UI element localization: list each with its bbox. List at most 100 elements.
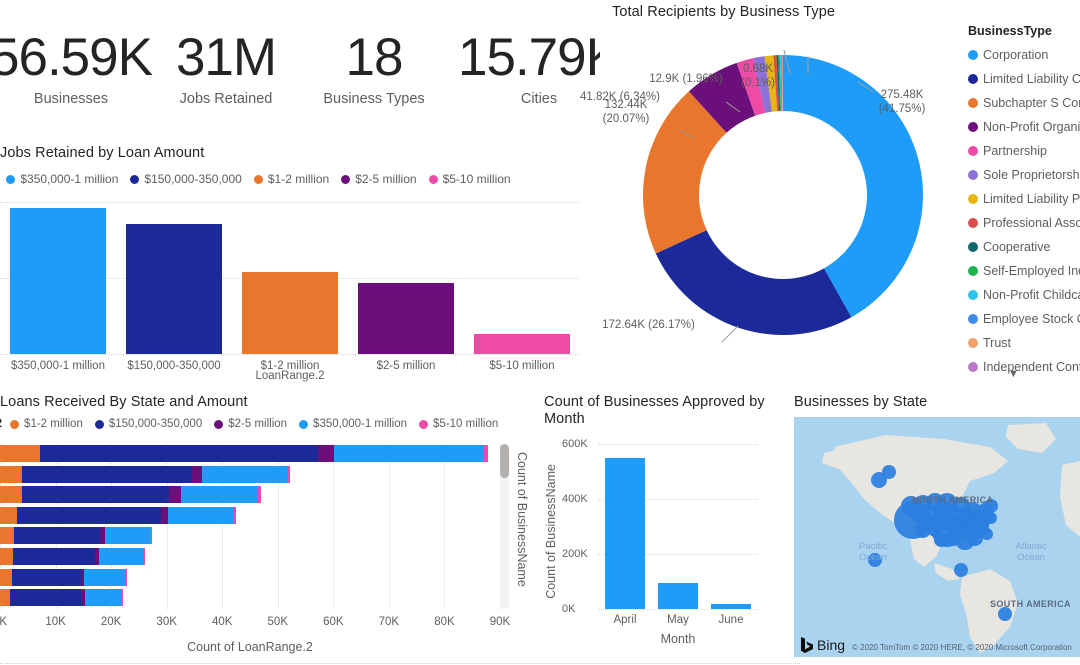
bar-segment[interactable] xyxy=(161,506,168,524)
map-canvas[interactable]: NORTH AMERICA SOUTH AMERICA Pacific Ocea… xyxy=(794,417,1080,657)
plot-area xyxy=(0,444,501,610)
legend-item[interactable]: $2-5 million xyxy=(341,172,417,186)
stacked-bar-row[interactable] xyxy=(0,445,488,462)
legend-item[interactable]: Limited Liability Pa xyxy=(968,187,1080,211)
bar-segment[interactable] xyxy=(180,486,259,504)
jobs-retained-chart-panel[interactable]: Jobs Retained by Loan Amount nge.2 $350,… xyxy=(0,142,614,390)
bar-segment[interactable] xyxy=(150,527,153,545)
bar-segment[interactable] xyxy=(0,589,10,607)
x-tick-label: 80K xyxy=(434,616,455,628)
donut-legend[interactable]: BusinessType Corporation Limited Liabilit… xyxy=(968,24,1080,390)
bar-segment[interactable] xyxy=(104,527,151,545)
x-tick-label: 30K xyxy=(156,616,177,628)
legend-item[interactable]: Employee Stock O xyxy=(968,307,1080,331)
bar-segment[interactable] xyxy=(99,548,144,565)
legend-item[interactable]: Self-Employed Ind xyxy=(968,259,1080,283)
legend-item[interactable]: Independent Cont xyxy=(968,355,1080,379)
bar-segment[interactable] xyxy=(287,465,290,483)
bar-segment[interactable] xyxy=(0,506,17,524)
businesses-by-state-map-panel[interactable]: Businesses by State NORTH AMERICA SOUTH … xyxy=(794,392,1080,665)
scrollbar-thumb[interactable] xyxy=(500,444,509,478)
bar-segment[interactable] xyxy=(334,445,485,462)
bar-segment[interactable] xyxy=(484,445,488,462)
bing-logo[interactable]: Bing xyxy=(800,637,845,653)
legend-item[interactable]: Professional Assoc xyxy=(968,211,1080,235)
legend-item[interactable]: Sole Proprietorship xyxy=(968,163,1080,187)
legend-item[interactable]: Subchapter S Corp xyxy=(968,91,1080,115)
bar-column[interactable] xyxy=(241,271,339,354)
bar-segment[interactable] xyxy=(0,486,23,504)
map-bubble[interactable] xyxy=(998,607,1012,621)
legend-item[interactable]: $1-2 million xyxy=(253,172,329,186)
stacked-bar-row[interactable] xyxy=(0,486,261,504)
legend-item[interactable]: $5-10 million xyxy=(419,418,498,430)
stacked-bar-row[interactable] xyxy=(0,589,123,607)
legend-item[interactable]: $350,000-1 million xyxy=(6,172,118,186)
bar-segment[interactable] xyxy=(317,445,335,462)
bar-segment[interactable] xyxy=(167,506,235,524)
donut-chart-panel[interactable]: Total Recipients by Business Type 275.48… xyxy=(580,0,960,390)
bar-segment[interactable] xyxy=(125,568,128,586)
bar-segment[interactable] xyxy=(143,548,145,565)
legend-item[interactable]: $5-10 million xyxy=(428,172,511,186)
kpi-card-jobs-retained[interactable]: 31M Jobs Retained xyxy=(160,28,292,124)
chart-legend[interactable]: nge.2 $1-2 million $150,000-350,000 $2-5 m… xyxy=(0,418,510,430)
bar-segment[interactable] xyxy=(84,568,126,586)
stacked-bar-row[interactable] xyxy=(0,548,145,565)
vertical-scrollbar[interactable] xyxy=(500,444,509,609)
stacked-bar-row[interactable] xyxy=(0,506,236,524)
bar-column[interactable] xyxy=(125,223,223,354)
legend-item[interactable]: $350,000-1 million xyxy=(299,418,407,430)
kpi-card-business-types[interactable]: 18 Business Types xyxy=(292,28,456,124)
bar-segment[interactable] xyxy=(234,506,236,524)
bar-segment[interactable] xyxy=(11,568,81,586)
approved-by-month-panel[interactable]: Count of Businesses Approved by Month Co… xyxy=(536,392,794,665)
bar-column[interactable] xyxy=(711,604,751,609)
map-bubble[interactable] xyxy=(882,465,896,479)
bar-segment[interactable] xyxy=(169,486,181,504)
chart-legend[interactable]: nge.2 $350,000-1 million$150,000-350,000… xyxy=(0,172,523,186)
bar-segment[interactable] xyxy=(22,465,192,483)
legend-item[interactable]: Corporation xyxy=(968,43,1080,67)
bar-segment[interactable] xyxy=(13,527,100,545)
chevron-down-icon[interactable]: ▼ xyxy=(1008,368,1019,380)
bar-segment[interactable] xyxy=(0,465,23,483)
legend-item[interactable]: Non-Profit Organi xyxy=(968,115,1080,139)
bar-segment[interactable] xyxy=(0,527,14,545)
bar-segment[interactable] xyxy=(22,486,170,504)
bar-column[interactable] xyxy=(357,283,455,354)
legend-item[interactable]: Cooperative xyxy=(968,235,1080,259)
bar-segment[interactable] xyxy=(16,506,162,524)
bar-segment[interactable] xyxy=(258,486,261,504)
stacked-bar-row[interactable] xyxy=(0,527,153,545)
bar-segment[interactable] xyxy=(191,465,202,483)
bar-column[interactable] xyxy=(605,457,645,609)
kpi-card-businesses[interactable]: 56.59K Businesses xyxy=(0,28,160,124)
legend-item[interactable]: $150,000-350,000 xyxy=(94,418,202,430)
legend-item[interactable]: Trust xyxy=(968,331,1080,355)
stacked-bar-row[interactable] xyxy=(0,465,290,483)
bar-segment[interactable] xyxy=(40,445,318,462)
loans-by-state-panel[interactable]: Loans Received By State and Amount nge.2… xyxy=(0,392,560,665)
kpi-label: Businesses xyxy=(33,91,109,107)
bar-segment[interactable] xyxy=(84,589,123,607)
bar-segment[interactable] xyxy=(201,465,288,483)
stacked-bar-row[interactable] xyxy=(0,568,128,586)
map-bubble[interactable] xyxy=(981,528,993,540)
legend-item[interactable]: $150,000-350,000 xyxy=(130,172,242,186)
legend-item[interactable]: $1-2 million xyxy=(10,418,83,430)
bar-column[interactable] xyxy=(9,208,107,354)
legend-item[interactable]: Partnership xyxy=(968,139,1080,163)
legend-item[interactable]: Limited Liability C xyxy=(968,67,1080,91)
bar-segment[interactable] xyxy=(0,445,40,462)
bar-column[interactable] xyxy=(473,333,571,354)
bar-column[interactable] xyxy=(658,582,698,609)
map-bubble[interactable] xyxy=(954,563,968,577)
legend-item[interactable]: $2-5 million xyxy=(214,418,287,430)
bar-segment[interactable] xyxy=(0,548,14,565)
bar-segment[interactable] xyxy=(10,589,81,607)
bar-segment[interactable] xyxy=(0,568,12,586)
bar-segment[interactable] xyxy=(122,589,123,607)
legend-item[interactable]: Non-Profit Childca xyxy=(968,283,1080,307)
bar-segment[interactable] xyxy=(13,548,95,565)
